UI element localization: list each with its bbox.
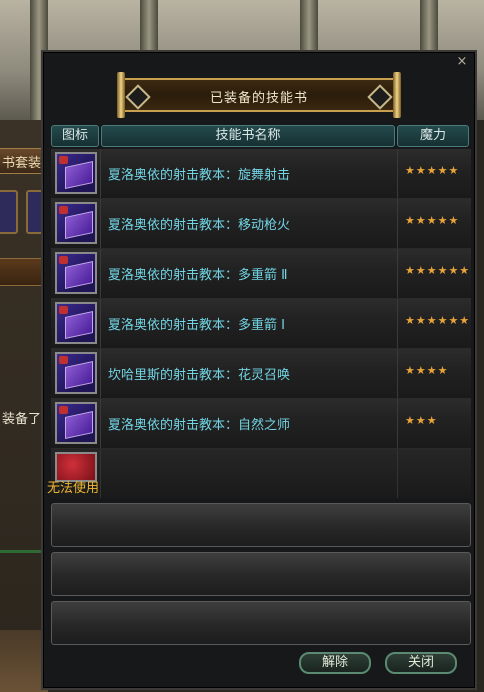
header-name: 技能书名称 bbox=[101, 125, 395, 147]
magic-stars: ★★★★★★ bbox=[405, 264, 471, 277]
empty-skillbook-slot[interactable] bbox=[51, 601, 471, 645]
skillbook-row[interactable]: 夏洛奥依的射击教本：多重箭 Ⅰ ★★★★★★ bbox=[51, 299, 471, 349]
skillbook-name: 夏洛奥依的射击教本：自然之师 bbox=[108, 418, 291, 433]
window-title: 已装备的技能书 bbox=[209, 91, 308, 106]
magic-stars: ★★★★ bbox=[405, 364, 449, 377]
unusable-label: 无法使用 bbox=[47, 481, 100, 496]
equipped-skillbooks-window: × 已装备的技能书 图标 技能书名称 魔力 夏洛奥依的射击教本：旋舞射击 ★★★… bbox=[41, 50, 477, 690]
window-close-icon[interactable]: × bbox=[455, 55, 469, 69]
skillbook-name: 夏洛奥依的射击教本：移动枪火 bbox=[108, 218, 291, 233]
skillbook-icon[interactable] bbox=[55, 202, 97, 244]
skillbook-name: 坎哈里斯的射击教本：花灵召唤 bbox=[108, 368, 291, 383]
magic-stars: ★★★ bbox=[405, 414, 438, 427]
background-slot bbox=[0, 190, 18, 234]
table-header: 图标 技能书名称 魔力 bbox=[51, 125, 471, 147]
skillbook-name: 夏洛奥依的射击教本：旋舞射击 bbox=[108, 168, 291, 183]
skillbook-row[interactable]: 坎哈里斯的射击教本：花灵召唤 ★★★★ bbox=[51, 349, 471, 399]
close-button[interactable]: 关闭 bbox=[385, 652, 457, 674]
skillbook-icon[interactable] bbox=[55, 402, 97, 444]
skillbook-list: 夏洛奥依的射击教本：旋舞射击 ★★★★★ 夏洛奥依的射击教本：移动枪火 ★★★★… bbox=[47, 149, 471, 645]
skillbook-icon[interactable] bbox=[55, 252, 97, 294]
title-plate: 已装备的技能书 bbox=[117, 72, 401, 118]
release-button[interactable]: 解除 bbox=[299, 652, 371, 674]
unusable-slot-row[interactable]: 无法使用 bbox=[47, 449, 471, 498]
header-icon: 图标 bbox=[51, 125, 99, 147]
background-equipped-text: 装备了 bbox=[2, 412, 42, 427]
magic-stars: ★★★★★ bbox=[405, 164, 460, 177]
title-pillar-right bbox=[393, 72, 401, 118]
background-tab-label: 书套装 bbox=[2, 156, 42, 171]
skillbook-icon[interactable] bbox=[55, 302, 97, 344]
skillbook-name: 夏洛奥依的射击教本：多重箭 Ⅰ bbox=[108, 318, 285, 333]
empty-skillbook-slot[interactable] bbox=[51, 552, 471, 596]
skillbook-row[interactable]: 夏洛奥依的射击教本：旋舞射击 ★★★★★ bbox=[51, 149, 471, 199]
skillbook-row[interactable]: 夏洛奥依的射击教本：自然之师 ★★★ bbox=[51, 399, 471, 449]
magic-stars: ★★★★★ bbox=[405, 214, 460, 227]
skillbook-row[interactable]: 夏洛奥依的射击教本：多重箭 Ⅱ ★★★★★★ bbox=[51, 249, 471, 299]
skillbook-icon[interactable] bbox=[55, 352, 97, 394]
skillbook-name: 夏洛奥依的射击教本：多重箭 Ⅱ bbox=[108, 268, 288, 283]
header-magic: 魔力 bbox=[397, 125, 469, 147]
empty-skillbook-slot[interactable] bbox=[51, 503, 471, 547]
skillbook-icon[interactable] bbox=[55, 152, 97, 194]
skillbook-row[interactable]: 夏洛奥依的射击教本：移动枪火 ★★★★★ bbox=[51, 199, 471, 249]
magic-stars: ★★★★★★ bbox=[405, 314, 471, 327]
